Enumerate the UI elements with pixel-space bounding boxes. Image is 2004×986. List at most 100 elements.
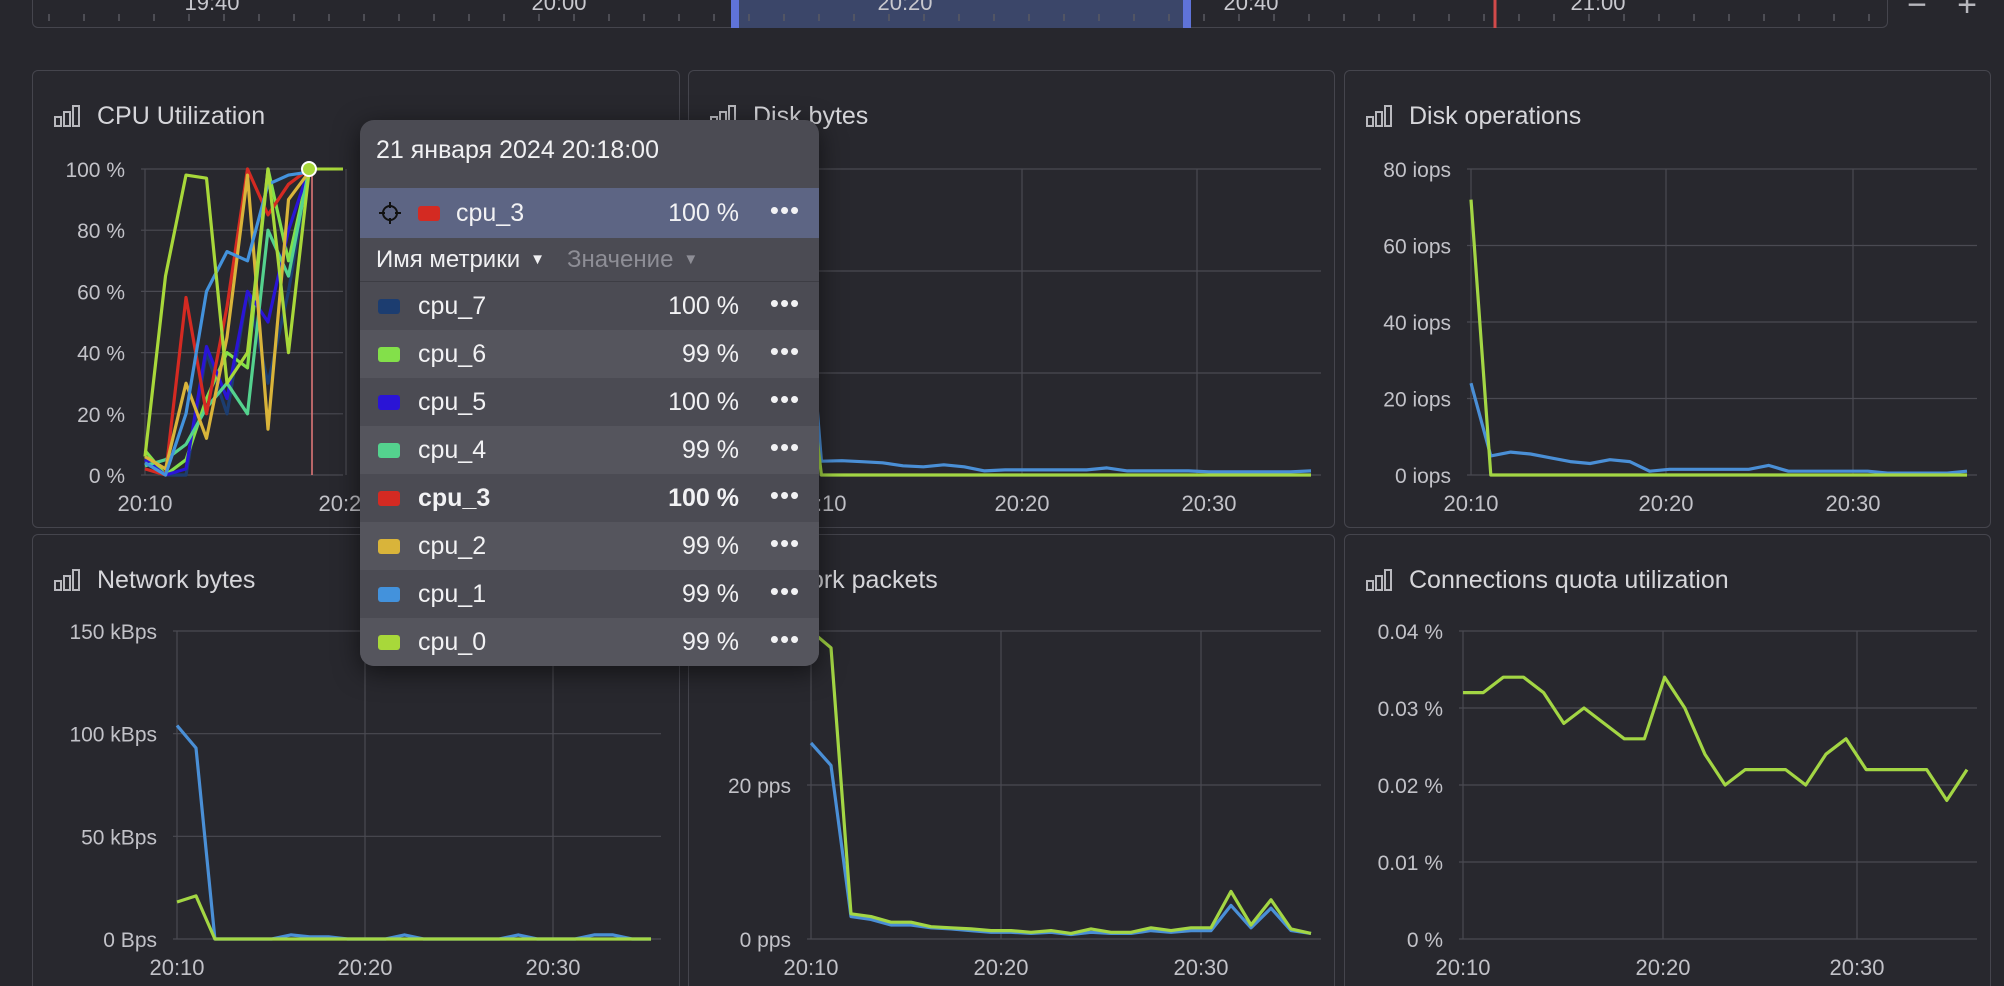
y-tick-label: 0 Bps [103,929,157,952]
panel-disk-operations[interactable]: Disk operations 80 iops 60 iops 40 iops 20 … [1344,70,1991,528]
tooltip-row[interactable]: cpu_5 100 % ••• [360,378,819,426]
y-tick-label: 150 kBps [69,621,157,644]
focused-metric-name: cpu_3 [456,198,525,227]
series-line [1463,675,1969,802]
series-line [799,303,1311,477]
more-icon[interactable]: ••• [769,482,801,508]
more-icon[interactable]: ••• [769,197,801,223]
y-tick-label: 0.01 % [1378,852,1443,875]
timeline-navigator[interactable]: 19:40 20:00 20:20 20:40 21:00 [32,0,1888,28]
metric-value: 100 % [668,387,739,416]
y-tick-label: 80 iops [1383,159,1451,182]
zoom-in-button[interactable]: + [1945,0,1989,24]
y-tick-label: 0.03 % [1378,698,1443,721]
series-line [1469,199,1967,477]
series-swatch [378,346,400,362]
more-icon[interactable]: ••• [769,290,801,316]
y-tick-label: 60 iops [1383,236,1451,259]
y-tick-label: 40 % [77,343,125,366]
connections-quota-chart[interactable]: 0.04 % 0.03 % 0.02 % 0.01 % 0 % 20:10 20:20 20:… [1345,535,1991,986]
timeline-selection-handle [731,0,739,28]
y-tick-label: 20 iops [1383,389,1451,412]
tooltip-row[interactable]: cpu_7 100 % ••• [360,282,819,330]
y-tick-label: 0 pps [740,929,791,952]
metric-name: cpu_3 [418,483,491,512]
series-swatch [378,538,400,554]
more-icon[interactable]: ••• [769,626,801,652]
more-icon[interactable]: ••• [769,338,801,364]
y-tick-label: 50 kBps [81,826,157,849]
series-line [1469,382,1968,475]
chart-tooltip: 21 января 2024 20:18:00 cpu_3 100 % ••• … [360,120,819,666]
x-tick-label: 20:30 [525,955,580,980]
x-tick-label: 20:20 [1638,491,1693,516]
monitoring-dashboard: 19:40 20:00 20:20 20:40 21:00 − + CPU Utiliz… [0,0,2004,986]
tooltip-row[interactable]: cpu_2 99 % ••• [360,522,819,570]
x-tick-label: 20:30 [1173,955,1228,980]
x-tick-label: 20:20 [994,491,1049,516]
series-line [809,629,1312,935]
series-swatch [378,634,400,650]
timeline-label: 20:00 [531,0,586,15]
metric-name: cpu_1 [418,579,487,608]
y-tick-label: 0.02 % [1378,775,1443,798]
metric-value: 99 % [682,339,739,368]
timeline-selection-handle [1183,0,1191,28]
more-icon[interactable]: ••• [769,386,801,412]
x-tick-label: 20:20 [1635,955,1690,980]
y-tick-label: 20 pps [728,775,791,798]
column-value-label: Значение [566,245,674,273]
y-tick-label: 100 kBps [69,724,157,747]
timeline-label: 20:40 [1223,0,1278,15]
timeline-selection [731,0,1189,28]
x-tick-label: 20:30 [1181,491,1236,516]
series-swatch [378,394,400,410]
x-tick-label: 20:10 [1435,955,1490,980]
disk-operations-chart[interactable]: 80 iops 60 iops 40 iops 20 iops 0 iops 20:10 2… [1345,71,1991,528]
metric-name: cpu_6 [418,339,487,368]
tooltip-date: 21 января 2024 20:18:00 [376,136,659,164]
x-tick-label: 20:20 [973,955,1028,980]
panel-connections-quota[interactable]: Connections quota utilization 0.04 % 0.03… [1344,534,1991,986]
y-tick-label: 60 % [77,281,125,304]
x-tick-label: 20:10 [117,491,172,516]
metric-name: cpu_5 [418,387,487,416]
y-tick-label: 0 % [1407,929,1443,952]
tooltip-row[interactable]: cpu_0 99 % ••• [360,618,819,666]
timeline-scale[interactable]: 19:40 20:00 20:20 20:40 21:00 [33,0,1889,28]
tooltip-header: Имя метрики ▼ Значение ▼ [360,238,819,282]
series-line [799,205,1312,474]
series-swatch [378,586,400,602]
tooltip-row[interactable]: cpu_4 99 % ••• [360,426,819,474]
series-line [176,894,651,941]
more-icon[interactable]: ••• [769,530,801,556]
sort-by-value[interactable]: Значение ▼ [567,246,698,274]
metric-value: 100 % [668,291,739,320]
more-icon[interactable]: ••• [769,578,801,604]
tooltip-row[interactable]: cpu_3 100 % ••• [360,474,819,522]
crosshair-icon [379,202,401,224]
metric-name: cpu_0 [418,627,487,656]
more-icon[interactable]: ••• [769,434,801,460]
metric-name: cpu_2 [418,531,487,560]
sort-by-name[interactable]: Имя метрики ▼ [376,246,545,274]
metric-value: 99 % [682,579,739,608]
y-tick-label: 0.04 % [1378,621,1443,644]
timeline-label: 21:00 [1570,0,1625,15]
series-swatch [378,298,400,314]
x-tick-label: 20:10 [783,955,838,980]
metric-name: cpu_4 [418,435,487,464]
series-line [175,724,651,941]
hover-point [301,161,317,177]
metric-value: 100 % [668,483,739,512]
y-tick-label: 100 % [65,159,125,182]
zoom-out-button[interactable]: − [1895,0,1939,24]
caret-down-icon: ▼ [530,251,545,268]
series-swatch [378,442,400,458]
x-tick-label: 20:30 [1829,955,1884,980]
y-tick-label: 20 % [77,404,125,427]
tooltip-row[interactable]: cpu_6 99 % ••• [360,330,819,378]
tooltip-focused-row[interactable]: cpu_3 100 % ••• [360,188,819,238]
x-tick-label: 20:30 [1825,491,1880,516]
tooltip-row[interactable]: cpu_1 99 % ••• [360,570,819,618]
